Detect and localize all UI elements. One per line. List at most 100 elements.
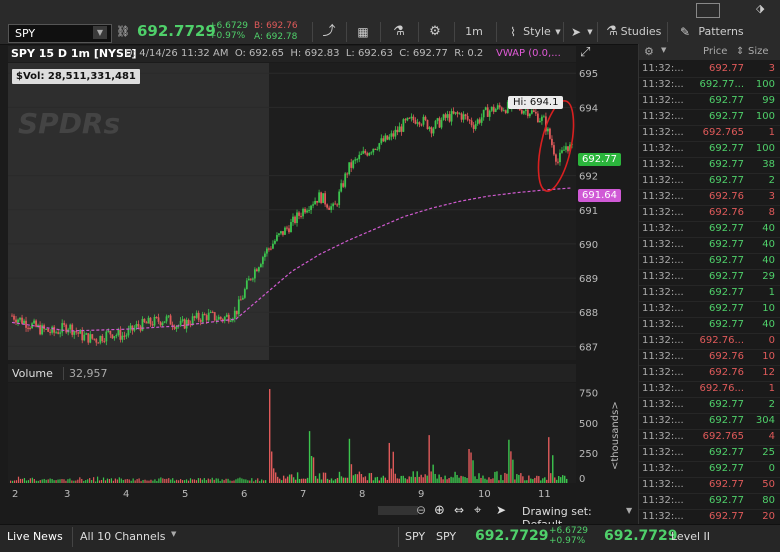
live-news-tab[interactable]: Live News	[7, 530, 67, 543]
ts-row[interactable]: 11:32:... 692.77 100	[639, 141, 780, 158]
ts-row[interactable]: 11:32:... 692.76 10	[639, 349, 780, 366]
ts-row[interactable]: 11:32:... 692.77 2	[639, 397, 780, 414]
ts-row[interactable]: 11:32:... 692.77 99	[639, 93, 780, 110]
ts-time: 11:32:...	[642, 207, 684, 218]
timeframe-button[interactable]: 1m	[460, 23, 488, 41]
candle-body	[153, 316, 156, 326]
candle-body	[320, 192, 323, 203]
scrollbar[interactable]	[378, 506, 418, 515]
vwap-legend[interactable]: VWAP (0.0,...	[496, 48, 561, 59]
level-two-button[interactable]: Level II	[671, 530, 710, 543]
volume-bar	[178, 480, 180, 483]
sort-icon[interactable]: ⇕	[736, 46, 744, 57]
candle-body	[199, 319, 202, 322]
zoom-out-icon[interactable]: ⊖	[416, 503, 426, 517]
volume-bar	[195, 480, 198, 483]
ts-row[interactable]: 11:32:... 692.76 3	[639, 189, 780, 206]
candle-body	[502, 110, 505, 112]
ts-row[interactable]: 11:32:... 692.76 12	[639, 365, 780, 382]
ts-row[interactable]: 11:32:... 692.77 3	[639, 61, 780, 78]
price-tick-label: 690	[579, 240, 598, 251]
ts-row[interactable]: 11:32:... 692.77 100	[639, 109, 780, 126]
flask-icon[interactable]: ⚗	[388, 23, 410, 41]
volume-bar	[162, 478, 164, 483]
chevron-down-icon[interactable]: ▼	[661, 46, 666, 54]
ts-row[interactable]: 11:32:... 692.76 8	[639, 205, 780, 222]
ts-row[interactable]: 11:32:... 692.77 40	[639, 221, 780, 238]
candle-body	[155, 316, 158, 318]
pin-icon[interactable]: ⬗	[756, 2, 764, 15]
price-tick-label: 691	[579, 206, 598, 217]
pointer-icon[interactable]: ➤	[496, 503, 506, 517]
ts-row[interactable]: 11:32:... 692.77 10	[639, 301, 780, 318]
candle-body	[69, 324, 72, 330]
chevron-down-icon[interactable]: ▼	[553, 23, 563, 41]
calendar-icon[interactable]: ▦	[352, 23, 374, 41]
bottom-symbol-1[interactable]: SPY	[405, 530, 425, 543]
candle-body	[205, 315, 208, 321]
ts-row[interactable]: 11:32:... 692.77 25	[639, 445, 780, 462]
candle-body	[314, 200, 316, 205]
chevron-down-icon[interactable]: ▼	[626, 506, 632, 515]
chart-expand-icon[interactable]: ⤢	[580, 45, 598, 63]
candle-body	[434, 120, 437, 129]
ts-row[interactable]: 11:32:... 692.77 29	[639, 269, 780, 286]
time-and-sales-list[interactable]: 11:32:... 692.77 3 11:32:... 692.77... 100 11:…	[639, 61, 780, 526]
ts-row[interactable]: 11:32:... 692.765 4	[639, 429, 780, 446]
volume-bar	[229, 480, 231, 483]
ts-row[interactable]: 11:32:... 692.77 38	[639, 157, 780, 174]
time-tick-label: 4	[123, 489, 129, 500]
share-icon[interactable]: ⤴	[318, 23, 340, 41]
studies-flask-icon[interactable]: ⚗	[604, 23, 620, 41]
ts-row[interactable]: 11:32:... 692.76... 1	[639, 381, 780, 398]
ts-price: 692.77	[709, 159, 744, 170]
gear-icon[interactable]: ⚙	[424, 23, 446, 41]
style-icon[interactable]: ⌇	[503, 23, 523, 41]
ts-row[interactable]: 11:32:... 692.77 80	[639, 493, 780, 510]
price-column-header[interactable]: Price	[703, 46, 727, 57]
price-tick-label: 692	[579, 172, 598, 183]
volume-bar	[270, 451, 273, 483]
patterns-icon[interactable]: ✎	[677, 23, 693, 41]
zoom-in-icon[interactable]: ⊕	[434, 503, 445, 518]
crosshair-icon[interactable]: ⌖	[474, 503, 481, 518]
candle-body	[561, 150, 563, 153]
size-column-header[interactable]: Size	[748, 46, 769, 57]
chain-link-icon[interactable]: ⛓	[113, 23, 133, 41]
patterns-button[interactable]: Patterns	[697, 23, 745, 41]
symbol-dropdown-icon[interactable]: ▼	[93, 26, 107, 39]
ts-row[interactable]: 11:32:... 692.77 0	[639, 461, 780, 478]
channels-select[interactable]: All 10 Channels	[80, 530, 166, 543]
chevron-down-icon[interactable]: ▼	[585, 23, 595, 41]
candle-body	[386, 135, 389, 140]
ts-row[interactable]: 11:32:... 692.765 1	[639, 125, 780, 142]
volume-bar	[526, 480, 528, 483]
ts-row[interactable]: 11:32:... 692.76... 0	[639, 333, 780, 350]
candle-body	[306, 210, 308, 213]
ts-row[interactable]: 11:32:... 692.77... 100	[639, 77, 780, 94]
candle-body	[17, 319, 19, 323]
chevron-down-icon[interactable]: ▼	[171, 530, 176, 538]
style-button[interactable]: Style	[522, 23, 552, 41]
price-tick-label: 689	[579, 274, 598, 285]
candle-body	[492, 106, 495, 112]
volume-bar	[344, 477, 347, 483]
ts-row[interactable]: 11:32:... 692.77 40	[639, 253, 780, 270]
volume-bar	[183, 480, 186, 483]
ts-row[interactable]: 11:32:... 692.77 1	[639, 285, 780, 302]
studies-button[interactable]: Studies	[620, 23, 662, 41]
bottom-symbol-2[interactable]: SPY	[436, 530, 456, 543]
pan-icon[interactable]: ⇔	[454, 503, 464, 517]
ts-row[interactable]: 11:32:... 692.77 2	[639, 173, 780, 190]
volume-bar	[156, 480, 158, 483]
volume-bar	[11, 480, 14, 483]
volume-bar	[434, 473, 436, 483]
volume-tick-label: 750	[579, 389, 598, 400]
ts-row[interactable]: 11:32:... 692.77 40	[639, 237, 780, 254]
grid-layout-icon[interactable]	[696, 3, 720, 18]
ts-row[interactable]: 11:32:... 692.77 40	[639, 317, 780, 334]
cursor-icon[interactable]: ➤	[568, 23, 584, 41]
ts-row[interactable]: 11:32:... 692.77 304	[639, 413, 780, 430]
ts-row[interactable]: 11:32:... 692.77 50	[639, 477, 780, 494]
gear-icon[interactable]: ⚙	[644, 45, 654, 58]
